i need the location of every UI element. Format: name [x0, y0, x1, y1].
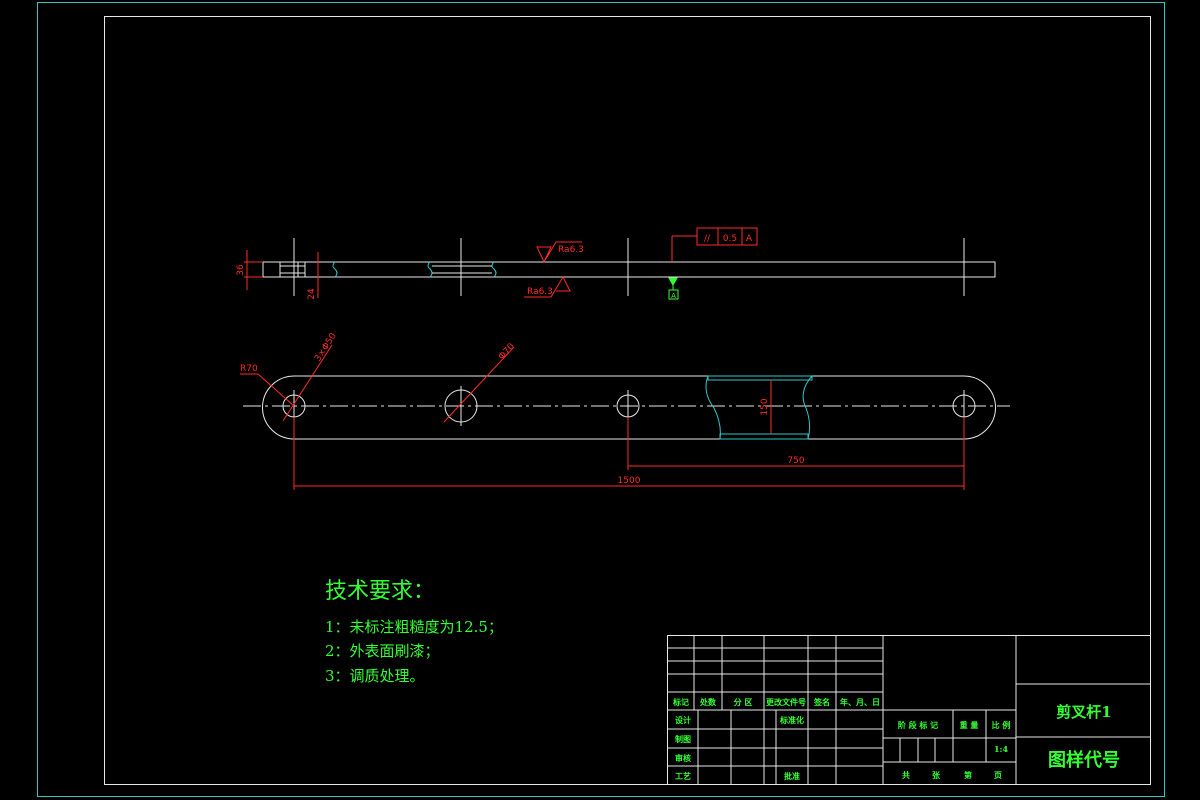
break-line — [427, 261, 433, 278]
tech-req-title: 技术要求： — [325, 579, 435, 604]
roughness-top-text: Ra6.3 — [558, 245, 584, 255]
stage-grid — [883, 635, 1017, 784]
tb-row-process: 工艺 — [675, 771, 691, 781]
top-view-outline — [262, 375, 996, 440]
break-line — [491, 261, 497, 278]
tb-row-drafting: 制图 — [675, 734, 691, 744]
tb-row-review: 审核 — [675, 753, 691, 763]
section-break-right — [802, 375, 813, 440]
parallelism-symbol: // — [704, 234, 711, 244]
datum-triangle — [668, 277, 678, 287]
dim-1500-text: 1500 — [618, 476, 641, 486]
datum-reference: A — [746, 234, 753, 244]
tech-req-item: 3：调质处理。 — [325, 667, 425, 685]
tb-header-count: 处数 — [699, 697, 717, 707]
side-view-bar — [262, 261, 996, 278]
datum-label: A — [671, 292, 676, 300]
tb-part-name: 剪叉杆1 — [1056, 703, 1111, 721]
cad-drawing-canvas[interactable]: 36 24 Ra6.3 Ra6.3 // 0.5 A A 150 750 150… — [0, 0, 1200, 800]
tb-stage-mark: 阶 段 标 记 — [898, 720, 938, 730]
tb-footer-sheets: 张 — [932, 770, 941, 780]
tb-header-signature: 签名 — [813, 697, 830, 707]
section-hatch-bottom — [719, 433, 809, 440]
section-hatch-top — [707, 375, 813, 381]
tech-req-item: 1：未标注粗糙度为12.5； — [325, 618, 503, 636]
dim-holes-text: 3×Φ50 — [313, 331, 339, 363]
revision-grid — [667, 635, 884, 784]
tb-drawing-number: 图样代号 — [1048, 749, 1120, 771]
tb-standardize: 标准化 — [779, 715, 804, 725]
dim-r70-text: R70 — [240, 364, 258, 374]
technical-requirements: 技术要求： 1：未标注粗糙度为12.5； 2：外表面刷漆； 3：调质处理。 — [325, 579, 503, 685]
tb-header-date: 年、月、日 — [840, 697, 880, 707]
tb-weight: 重 量 — [960, 720, 979, 730]
dim-36-text: 36 — [236, 264, 246, 276]
top-view: 150 750 1500 R70 3×Φ50 Φ70 — [240, 331, 1010, 490]
dim-24-text: 24 — [307, 288, 317, 300]
tb-footer-number: 第 — [964, 770, 972, 780]
tb-footer-total: 共 — [902, 770, 910, 780]
title-block: 标记 处数 分 区 更改文件号 签名 年、月、日 设计 制图 审核 工艺 标准化… — [667, 635, 1151, 785]
roughness-bottom-text: Ra6.3 — [527, 287, 553, 297]
parallelism-value: 0.5 — [723, 234, 737, 244]
break-line — [332, 261, 338, 278]
dim-bore-text: Φ70 — [497, 341, 517, 362]
tb-header-change-doc: 更改文件号 — [766, 697, 806, 707]
tb-approve: 批准 — [784, 771, 800, 781]
tb-header-mark: 标记 — [672, 697, 689, 707]
section-break-left — [705, 375, 721, 440]
outer-sheet-border — [37, 2, 1165, 797]
tb-row-design: 设计 — [675, 715, 691, 725]
tb-scale-label: 比 例 — [992, 720, 1011, 730]
dim-750-text: 750 — [787, 456, 804, 466]
tb-header-zone: 分 区 — [734, 697, 753, 707]
tb-scale-value: 1:4 — [994, 744, 1009, 754]
side-view: 36 24 Ra6.3 Ra6.3 // 0.5 A A — [236, 227, 996, 300]
tb-footer-page: 页 — [994, 770, 1002, 780]
dim-150-text: 150 — [760, 398, 770, 415]
tech-req-item: 2：外表面刷漆； — [325, 642, 440, 660]
